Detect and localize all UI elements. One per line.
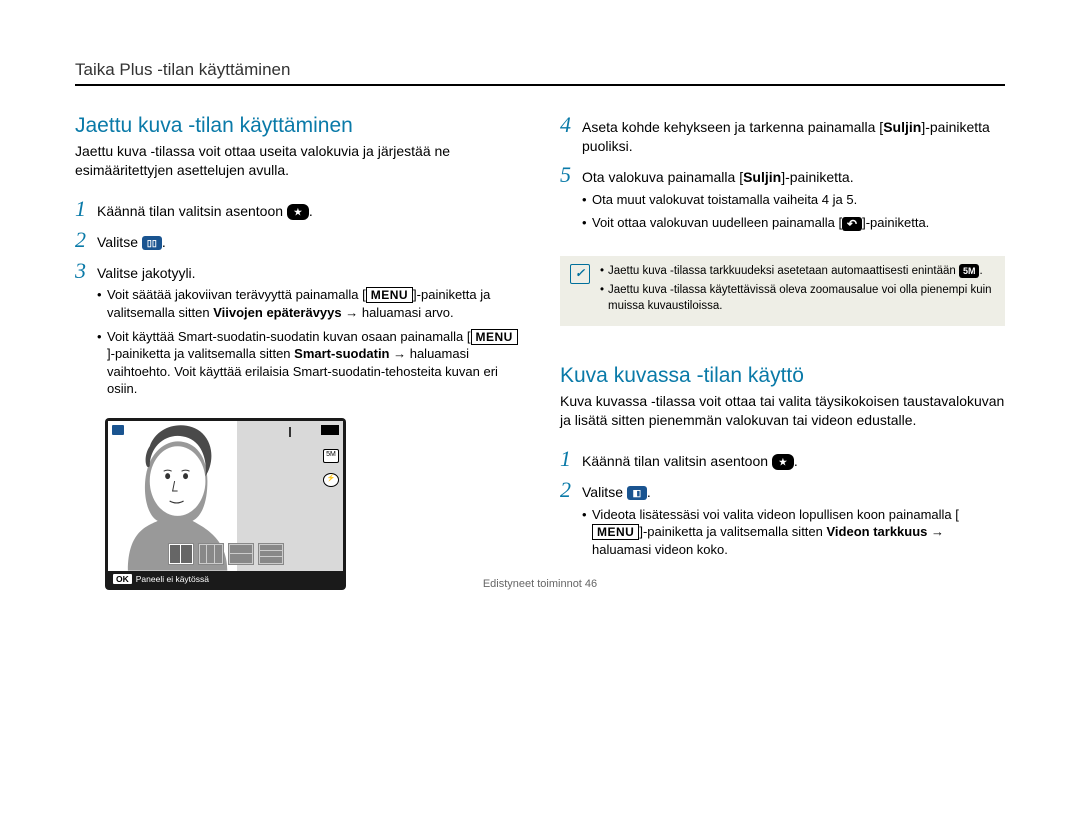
battery-icon <box>321 425 339 435</box>
step-text: Valitse <box>97 234 142 250</box>
layout-option <box>168 543 194 565</box>
step-2: 2 Valitse ▯▯. <box>75 229 520 252</box>
step-text: . <box>794 453 798 469</box>
sub-bullet: Ota muut valokuvat toistamalla vaiheita … <box>582 191 1005 209</box>
step-text: . <box>162 234 166 250</box>
menu-button-icon: MENU <box>592 524 639 540</box>
layout-thumbnails <box>168 543 284 565</box>
resolution-icon: 5M <box>959 264 980 278</box>
step-text: Käännä tilan valitsin asentoon <box>582 453 772 469</box>
note-item: Jaettu kuva -tilassa tarkkuudeksi asetet… <box>600 264 995 280</box>
header-rule <box>75 84 1005 86</box>
layout-option <box>198 543 224 565</box>
step-3: 3 Valitse jakotyyli. Voit säätää jakovii… <box>75 260 520 404</box>
section-intro: Kuva kuvassa -tilassa voit ottaa tai val… <box>560 392 1005 430</box>
section-title-split: Jaettu kuva -tilan käyttäminen <box>75 114 520 138</box>
pip-mode-icon: ◧ <box>627 486 647 500</box>
note-icon: ✓ <box>570 264 590 284</box>
section-intro: Jaettu kuva -tilassa voit ottaa useita v… <box>75 142 520 180</box>
step-text: Aseta kohde kehykseen ja tarkenna painam… <box>582 119 883 135</box>
back-icon: ↶ <box>842 217 862 231</box>
step-text: ]-painiketta. <box>781 169 853 185</box>
step-text: . <box>647 484 651 500</box>
sub-bullet: Videota lisätessäsi voi valita videon lo… <box>582 506 1005 559</box>
step-number: 1 <box>75 198 97 220</box>
step-text: Ota valokuva painamalla [ <box>582 169 743 185</box>
step-number: 5 <box>560 164 582 186</box>
mode-dial-icon: ★ <box>287 204 309 220</box>
two-column-layout: Jaettu kuva -tilan käyttäminen Jaettu ku… <box>75 114 1005 590</box>
step-text: Valitse <box>582 484 627 500</box>
step-2b: 2 Valitse ◧. Videota lisätessäsi voi val… <box>560 479 1005 565</box>
left-column: Jaettu kuva -tilan käyttäminen Jaettu ku… <box>75 114 520 590</box>
size-indicator-icon: 5M <box>323 449 339 463</box>
step-1b: 1 Käännä tilan valitsin asentoon ★. <box>560 448 1005 471</box>
page-header: Taika Plus -tilan käyttäminen <box>75 60 1005 80</box>
menu-button-icon: MENU <box>471 329 518 345</box>
layout-option <box>258 543 284 565</box>
note-item: Jaettu kuva -tilassa käytettävissä oleva… <box>600 283 995 314</box>
step-text: Valitse jakotyyli. <box>97 265 196 281</box>
note-box: ✓ Jaettu kuva -tilassa tarkkuudeksi aset… <box>560 256 1005 327</box>
step-number: 1 <box>560 448 582 470</box>
menu-button-icon: MENU <box>366 287 413 303</box>
flash-icon: ⚡ <box>323 473 339 487</box>
lcd-top-icons <box>112 425 124 435</box>
lcd-screen: 5M ⚡ <box>108 421 343 571</box>
step-number: 3 <box>75 260 97 282</box>
section-title-pip: Kuva kuvassa -tilan käyttö <box>560 364 1005 388</box>
step-number: 4 <box>560 114 582 136</box>
step-text: Käännä tilan valitsin asentoon <box>97 203 287 219</box>
page-footer: Edistyneet toiminnot 46 <box>0 578 1080 590</box>
layout-option <box>228 543 254 565</box>
step-number: 2 <box>75 229 97 251</box>
step-number: 2 <box>560 479 582 501</box>
split-mode-icon: ▯▯ <box>142 236 162 250</box>
mode-dial-icon: ★ <box>772 454 794 470</box>
single-shot-icon <box>289 427 291 437</box>
step-4: 4 Aseta kohde kehykseen ja tarkenna pain… <box>560 114 1005 156</box>
camera-preview: 5M ⚡ OK Paneeli ei käytössä <box>105 418 346 590</box>
sub-bullet: Voit säätää jakoviivan terävyyttä painam… <box>97 286 520 321</box>
step-1: 1 Käännä tilan valitsin asentoon ★. <box>75 198 520 221</box>
mode-indicator-icon <box>112 425 124 435</box>
step-5: 5 Ota valokuva painamalla [Suljin]-paini… <box>560 164 1005 238</box>
sub-bullet: Voit käyttää Smart-suodatin-suodatin kuv… <box>97 328 520 398</box>
sub-bullet: Voit ottaa valokuvan uudelleen painamall… <box>582 214 1005 232</box>
right-column: 4 Aseta kohde kehykseen ja tarkenna pain… <box>560 114 1005 590</box>
page: Taika Plus -tilan käyttäminen Jaettu kuv… <box>0 0 1080 610</box>
step-text: . <box>309 203 313 219</box>
